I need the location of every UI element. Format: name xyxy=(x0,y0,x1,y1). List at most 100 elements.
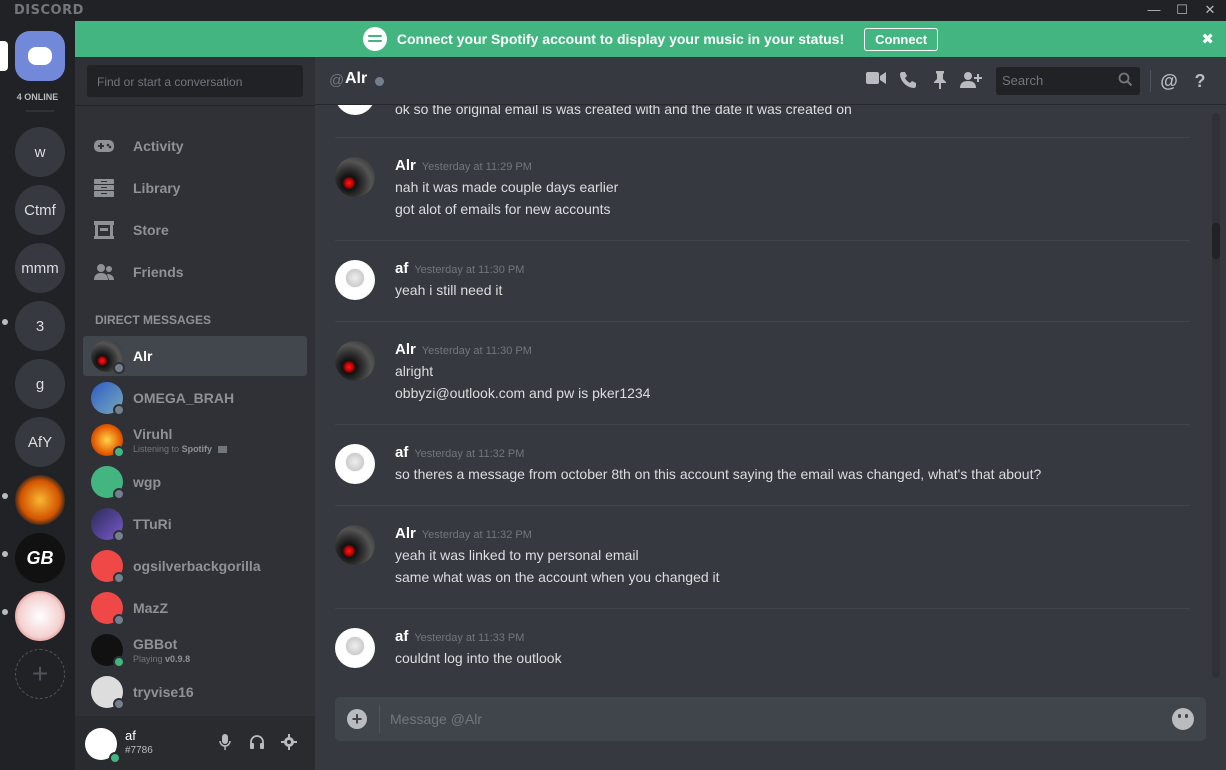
dm-item-tryvise16[interactable]: tryvise16 xyxy=(83,672,307,712)
help-icon[interactable]: ? xyxy=(1189,71,1211,91)
author-avatar[interactable] xyxy=(335,157,375,197)
message-text: same what was on the account when you ch… xyxy=(395,569,720,585)
connect-button[interactable]: Connect xyxy=(864,27,939,51)
home-button[interactable] xyxy=(15,31,65,81)
author-avatar[interactable] xyxy=(335,525,375,565)
author-avatar[interactable] xyxy=(335,105,375,115)
sidebar-divider xyxy=(75,105,315,106)
message-divider xyxy=(335,321,1190,322)
pinned-messages-icon[interactable] xyxy=(929,71,951,91)
message-divider xyxy=(335,424,1190,425)
dm-name: Viruhl xyxy=(133,426,173,442)
status-offline-icon xyxy=(113,698,125,710)
server-item[interactable]: mmm xyxy=(15,243,65,293)
message-author[interactable]: af Yesterday at 11:30 PM xyxy=(395,260,524,277)
nav-friends[interactable]: Friends xyxy=(83,251,307,293)
headphones-icon[interactable] xyxy=(248,734,266,752)
status-offline-icon xyxy=(113,488,125,500)
dm-item-wgp[interactable]: wgp xyxy=(83,462,307,502)
author-name[interactable]: Alr xyxy=(395,525,416,542)
message-author[interactable]: af Yesterday at 11:33 PM xyxy=(395,628,524,645)
user-name: af xyxy=(125,728,136,743)
message-divider xyxy=(335,608,1190,609)
message-input[interactable]: Message @Alr xyxy=(390,711,482,727)
dm-name: TTuRi xyxy=(133,516,172,532)
nav-store[interactable]: Store xyxy=(83,209,307,251)
avatar xyxy=(91,550,125,584)
close-window-button[interactable]: ✕ xyxy=(1200,2,1220,18)
server-item[interactable]: 3 xyxy=(15,301,65,351)
message-text: obbyzi@outlook.com and pw is pker1234 xyxy=(395,385,651,401)
nav-activity[interactable]: Activity xyxy=(83,125,307,167)
dm-item-alr[interactable]: Alr xyxy=(83,336,307,376)
message-author[interactable]: Alr Yesterday at 11:30 PM xyxy=(395,341,532,358)
voice-call-icon[interactable] xyxy=(897,71,919,91)
minimize-button[interactable]: — xyxy=(1144,2,1164,18)
server-list: 4 ONLINE w Ctmf mmm 3 g AfY GB + xyxy=(0,21,75,770)
microphone-icon[interactable] xyxy=(216,734,234,752)
server-item-pink[interactable] xyxy=(15,591,65,641)
chat-search-input[interactable]: Search xyxy=(996,67,1140,95)
nav-label: Library xyxy=(133,180,181,196)
emoji-picker-icon[interactable] xyxy=(1172,708,1194,730)
add-friend-icon[interactable] xyxy=(960,71,982,91)
nav-library[interactable]: Library xyxy=(83,167,307,209)
mentions-icon[interactable]: @ xyxy=(1158,71,1180,91)
message-text: couldnt log into the outlook xyxy=(395,650,562,666)
dm-activity: Playing v0.9.8 xyxy=(133,654,190,664)
server-item[interactable]: AfY xyxy=(15,417,65,467)
message-scrollbar[interactable] xyxy=(1212,113,1220,678)
scrollbar-thumb[interactable] xyxy=(1212,223,1220,259)
dm-item-omega-brah[interactable]: OMEGA_BRAH xyxy=(83,378,307,418)
message-author[interactable]: Alr Yesterday at 11:29 PM xyxy=(395,157,532,174)
message-text: alright xyxy=(395,363,434,379)
message-author[interactable]: af Yesterday at 11:32 PM xyxy=(395,444,524,461)
add-server-button[interactable]: + xyxy=(15,649,65,699)
dm-search-input[interactable]: Find or start a conversation xyxy=(87,65,303,97)
author-name[interactable]: Alr xyxy=(395,157,416,174)
author-name[interactable]: af xyxy=(395,260,408,277)
dm-activity: Listening to Spotify xyxy=(133,444,227,454)
dm-item-tturi[interactable]: TTuRi xyxy=(83,504,307,544)
server-item-lion[interactable] xyxy=(15,475,65,525)
upload-plus-icon[interactable]: + xyxy=(347,709,367,729)
author-avatar[interactable] xyxy=(335,341,375,381)
avatar xyxy=(91,466,125,500)
settings-gear-icon[interactable] xyxy=(280,734,298,752)
user-tag: #7786 xyxy=(125,745,153,756)
message-timestamp: Yesterday at 11:30 PM xyxy=(421,345,532,357)
author-avatar[interactable] xyxy=(335,260,375,300)
message-composer[interactable]: + Message @Alr xyxy=(335,697,1206,741)
avatar xyxy=(91,676,125,710)
dm-item-gbbot[interactable]: GBBot Playing v0.9.8 xyxy=(83,630,307,670)
friends-icon xyxy=(93,263,115,281)
app-brand: DISCORD xyxy=(14,3,84,18)
author-avatar[interactable] xyxy=(335,444,375,484)
status-offline-icon xyxy=(113,572,125,584)
author-name[interactable]: Alr xyxy=(395,341,416,358)
dm-name: wgp xyxy=(133,474,161,490)
message-divider xyxy=(335,505,1190,506)
author-name[interactable]: af xyxy=(395,444,408,461)
dm-item-ogsilverbackgorilla[interactable]: ogsilverbackgorilla xyxy=(83,546,307,586)
message-author[interactable]: Alr Yesterday at 11:32 PM xyxy=(395,525,532,542)
activity-prefix: Playing xyxy=(133,654,163,664)
selected-indicator xyxy=(0,41,8,71)
server-item[interactable]: g xyxy=(15,359,65,409)
dm-item-mazz[interactable]: MazZ xyxy=(83,588,307,628)
server-item[interactable]: Ctmf xyxy=(15,185,65,235)
server-item[interactable]: w xyxy=(15,127,65,177)
dm-item-viruhl[interactable]: Viruhl Listening to Spotify xyxy=(83,420,307,460)
spotify-icon xyxy=(362,27,387,51)
author-name[interactable]: af xyxy=(395,628,408,645)
search-placeholder: Search xyxy=(1002,73,1044,88)
maximize-button[interactable]: ☐ xyxy=(1172,2,1192,18)
status-offline-icon xyxy=(113,614,125,626)
author-avatar[interactable] xyxy=(335,628,375,668)
avatar xyxy=(91,340,125,374)
video-call-icon[interactable] xyxy=(865,71,887,91)
status-online-icon xyxy=(113,446,125,458)
banner-close-icon[interactable]: ✖ xyxy=(1201,30,1214,48)
server-item-gb[interactable]: GB xyxy=(15,533,65,583)
title-bar: DISCORD — ☐ ✕ xyxy=(0,0,1226,21)
